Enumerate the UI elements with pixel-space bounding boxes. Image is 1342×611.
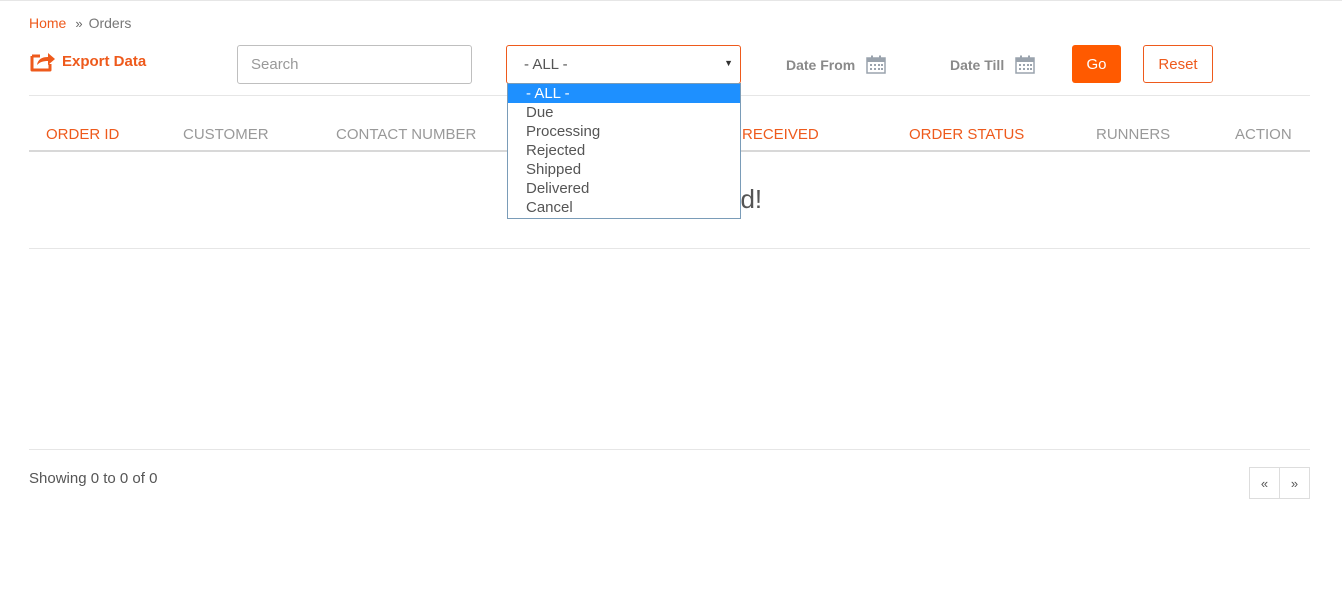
calendar-icon[interactable] xyxy=(1015,55,1035,74)
column-header-order-id[interactable]: ORDER ID xyxy=(46,126,119,143)
status-option[interactable]: Due xyxy=(508,103,740,122)
export-data-label: Export Data xyxy=(62,52,147,70)
breadcrumb-current: Orders xyxy=(88,15,132,31)
column-header-action: ACTION xyxy=(1235,126,1292,143)
export-icon xyxy=(30,53,55,72)
status-select-value: - ALL - xyxy=(524,56,568,73)
status-option[interactable]: Cancel xyxy=(508,198,740,217)
pagination-summary: Showing 0 to 0 of 0 xyxy=(29,470,158,487)
column-header-customer: CUSTOMER xyxy=(183,126,269,143)
status-select[interactable]: - ALL - ▼ xyxy=(506,45,741,84)
pagination: « » xyxy=(1249,467,1310,499)
status-option[interactable]: - ALL - xyxy=(508,84,740,103)
status-option[interactable]: Delivered xyxy=(508,179,740,198)
export-data-button[interactable]: Export Data xyxy=(29,50,146,72)
status-option[interactable]: Processing xyxy=(508,122,740,141)
search-input[interactable] xyxy=(237,45,472,84)
date-till-label: Date Till xyxy=(950,57,1005,73)
table-bottom-divider xyxy=(29,248,1310,249)
breadcrumb-separator-icon: » xyxy=(75,15,83,31)
chevron-down-icon: ▼ xyxy=(724,58,733,68)
status-option[interactable]: Rejected xyxy=(508,141,740,160)
breadcrumb: Home » Orders xyxy=(29,15,131,31)
reset-button[interactable]: Reset xyxy=(1143,45,1213,83)
calendar-icon[interactable] xyxy=(866,55,886,74)
next-page-button[interactable]: » xyxy=(1279,467,1310,499)
go-button[interactable]: Go xyxy=(1072,45,1121,83)
column-header-runners: RUNNERS xyxy=(1096,126,1171,143)
prev-page-button[interactable]: « xyxy=(1249,467,1280,499)
top-divider xyxy=(0,0,1342,1)
date-from-label: Date From xyxy=(786,57,856,73)
status-dropdown-list: - ALL - Due Processing Rejected Shipped … xyxy=(507,83,741,219)
status-option[interactable]: Shipped xyxy=(508,160,740,179)
column-header-contact-number: CONTACT NUMBER xyxy=(336,126,477,143)
footer-divider xyxy=(29,449,1310,450)
column-header-order-status[interactable]: ORDER STATUS xyxy=(909,126,1024,143)
breadcrumb-home-link[interactable]: Home xyxy=(29,15,66,31)
